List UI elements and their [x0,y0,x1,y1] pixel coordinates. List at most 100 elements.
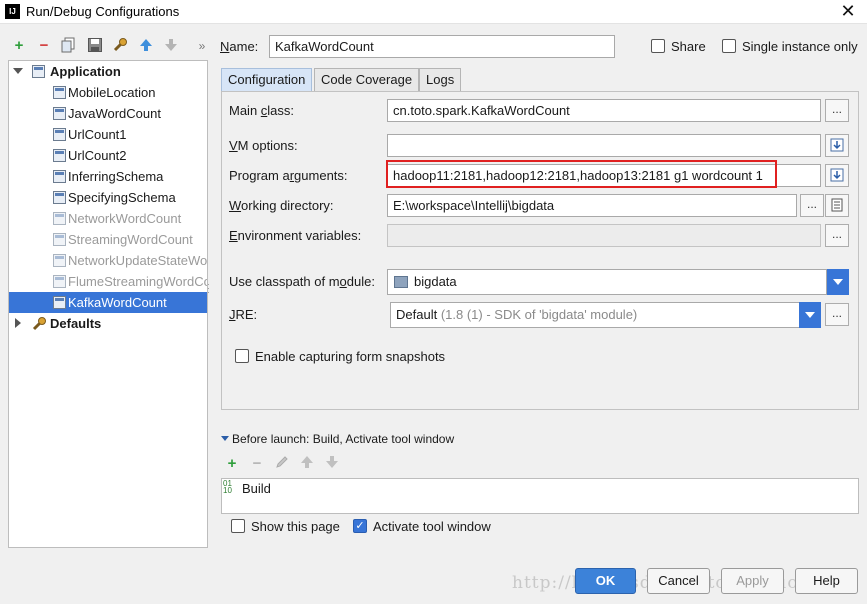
working-directory-macro-button[interactable] [825,194,849,217]
snapshots-label: Enable capturing form snapshots [255,349,446,364]
tree-node-label: Defaults [50,316,102,331]
snapshots-checkbox[interactable] [235,349,249,363]
before-launch-label: Before launch: Build, Activate tool wind… [232,432,455,446]
tree-item[interactable]: MobileLocation [9,82,207,103]
working-directory-browse-button[interactable]: ... [800,194,824,217]
run-config-icon [53,170,66,183]
name-label: Name: [220,39,259,54]
tree-item[interactable]: NetworkUpdateStateWordCount [9,250,207,271]
tree-item-label: KafkaWordCount [68,295,167,310]
program-arguments-expand-button[interactable] [825,164,849,187]
run-config-icon [53,233,66,246]
before-launch-down-icon[interactable] [323,455,341,473]
build-icon: 01 10 [223,479,232,495]
tree-node-label: Application [50,64,121,79]
run-config-icon [53,86,66,99]
main-class-label: Main class: [229,103,295,118]
vm-options-input[interactable] [387,134,821,157]
show-page-checkbox[interactable] [231,519,245,533]
working-directory-input[interactable]: E:\workspace\Intellij\bigdata [387,194,797,217]
tree-item[interactable]: NetworkWordCount [9,208,207,229]
before-launch-remove-icon[interactable]: − [248,455,266,473]
jre-value: Default [396,307,438,322]
tree-item-label: FlumeStreamingWordCount [68,274,207,289]
tree-item-label: NetworkWordCount [68,211,182,226]
tree-node-defaults[interactable]: Defaults [9,313,207,334]
tree-item[interactable]: UrlCount1 [9,124,207,145]
before-launch-collapse-icon[interactable] [221,436,229,441]
move-up-icon[interactable] [137,37,155,55]
classpath-label: Use classpath of module: [229,274,375,289]
expand-arrow-icon[interactable] [13,68,23,74]
tree-item[interactable]: FlumeStreamingWordCount [9,271,207,292]
configuration-tree[interactable]: Application MobileLocation JavaWordCount U… [8,60,208,548]
activate-tool-checkbox[interactable]: ✓ [353,519,367,533]
name-input[interactable]: KafkaWordCount [269,35,615,58]
jre-browse-button[interactable]: ... [825,303,849,326]
before-launch-add-icon[interactable]: + [223,455,241,473]
classpath-value: bigdata [414,274,457,289]
before-launch-list[interactable]: 01 10 Build [221,478,859,514]
tree-item[interactable]: StreamingWordCount [9,229,207,250]
before-launch-edit-icon[interactable] [273,455,291,473]
env-vars-label: Environment variables: [229,228,362,243]
before-launch-up-icon[interactable] [298,455,316,473]
move-down-icon[interactable] [162,37,180,55]
tree-item[interactable]: JavaWordCount [9,103,207,124]
run-config-icon [53,275,66,288]
tree-node-application[interactable]: Application [9,61,207,82]
splitter-grip-icon[interactable]: · · · [207,280,211,297]
run-config-icon [53,254,66,267]
vm-options-expand-button[interactable] [825,134,849,157]
share-checkbox[interactable] [651,39,665,53]
run-config-icon [53,107,66,120]
help-button[interactable]: Help [795,568,858,594]
single-instance-label: Single instance only [742,39,858,54]
wrench-icon[interactable] [111,37,129,55]
run-config-icon [53,191,66,204]
env-vars-input[interactable] [387,224,821,247]
jre-value-detail: (1.8 (1) - SDK of 'bigdata' module) [437,307,638,322]
tree-item-label: JavaWordCount [68,106,161,121]
cancel-button[interactable]: Cancel [647,568,710,594]
classpath-dropdown-arrow-icon[interactable] [827,269,849,295]
env-vars-browse-button[interactable]: ... [825,224,849,247]
main-class-browse-button[interactable]: ... [825,99,849,122]
build-list-item[interactable]: Build [242,481,271,496]
jre-select[interactable]: Default (1.8 (1) - SDK of 'bigdata' modu… [390,302,800,328]
main-class-input[interactable]: cn.toto.spark.KafkaWordCount [387,99,821,122]
highlight-annotation-box [386,160,777,188]
share-label: Share [671,39,706,54]
tab-logs[interactable]: Logs [419,68,462,91]
apply-button[interactable]: Apply [721,568,784,594]
program-arguments-label: Program arguments: [229,168,348,183]
run-config-icon [53,212,66,225]
tree-item-label: SpecifyingSchema [68,190,176,205]
more-icon[interactable]: » [193,37,211,55]
run-config-icon [53,296,66,309]
vm-options-label: VM options: [229,138,298,153]
copy-icon[interactable] [60,37,78,55]
collapse-arrow-icon[interactable] [15,318,21,328]
tab-configuration[interactable]: Configuration [221,68,313,91]
jre-dropdown-arrow-icon[interactable] [799,302,821,328]
classpath-select[interactable]: bigdata [387,269,827,295]
tree-item[interactable]: KafkaWordCount [9,292,207,313]
intellij-app-icon: IJ [5,4,20,19]
remove-icon[interactable]: − [35,37,53,55]
ok-button[interactable]: OK [575,568,636,594]
tree-item-label: NetworkUpdateStateWordCount [68,253,207,268]
module-folder-icon [394,276,408,288]
single-instance-checkbox[interactable] [722,39,736,53]
working-directory-label: Working directory: [229,198,334,213]
run-config-icon [53,149,66,162]
window-title: Run/Debug Configurations [26,4,180,19]
tree-item[interactable]: UrlCount2 [9,145,207,166]
close-window-button[interactable]: ✕ [829,0,867,24]
tab-code-coverage[interactable]: Code Coverage [314,68,420,91]
tree-item-label: UrlCount1 [68,127,127,142]
tree-item[interactable]: SpecifyingSchema [9,187,207,208]
save-icon[interactable] [86,37,104,55]
add-icon[interactable]: + [10,37,28,55]
tree-item[interactable]: InferringSchema [9,166,207,187]
